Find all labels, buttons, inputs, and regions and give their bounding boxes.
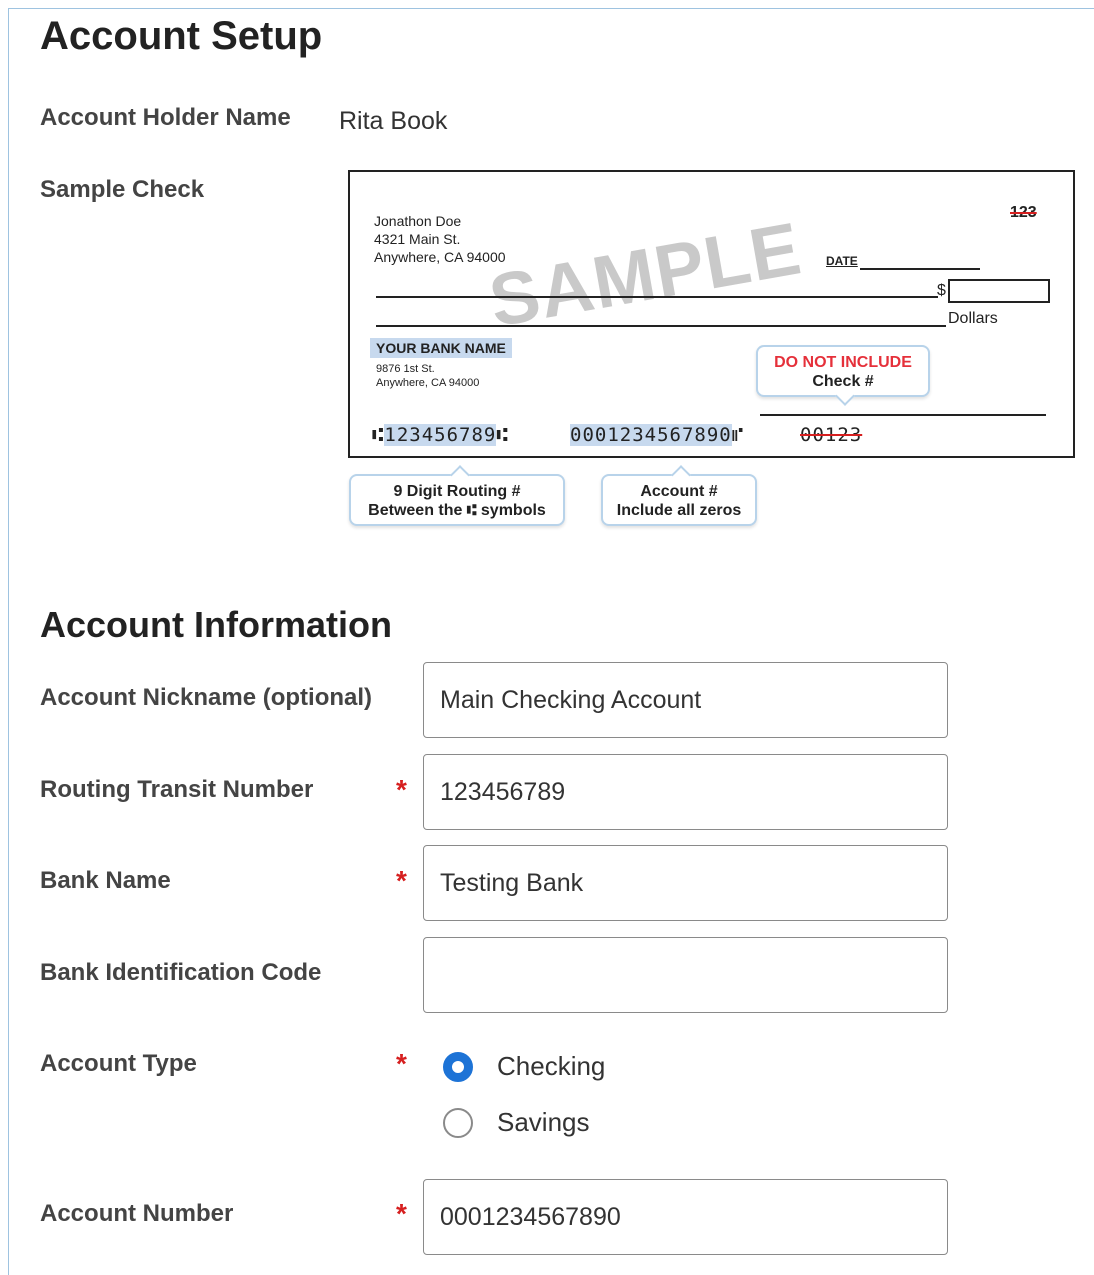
check-bank-address: 9876 1st St. Anywhere, CA 94000 xyxy=(376,362,479,390)
check-dollars-label: Dollars xyxy=(948,310,998,327)
bank-name-input[interactable] xyxy=(423,845,948,921)
check-bank-address1: 9876 1st St. xyxy=(376,363,435,375)
check-bank-address2: Anywhere, CA 94000 xyxy=(376,377,480,389)
radio-savings[interactable] xyxy=(443,1107,473,1138)
micr-routing-close: ⑆ xyxy=(496,424,509,446)
callout-do-not-include: DO NOT INCLUDE Check # xyxy=(756,345,930,406)
check-number-top: 123 xyxy=(1010,204,1037,221)
page-title: Account Setup xyxy=(40,14,323,58)
callout-routing-line2: Between the ⑆ symbols xyxy=(368,502,546,519)
check-micr-account: 0001234567890⑈ xyxy=(570,424,744,446)
callout-account-line2: Include all zeros xyxy=(616,502,742,519)
nickname-input[interactable] xyxy=(423,662,948,738)
check-amount-line xyxy=(376,325,946,327)
sample-check-image: Jonathon Doe 4321 Main St. Anywhere, CA … xyxy=(348,170,1075,458)
micr-account-sep: ⑈ xyxy=(731,424,745,446)
account-type-required-mark: * xyxy=(396,1048,407,1079)
bic-label: Bank Identification Code xyxy=(40,959,322,986)
account-number-input[interactable] xyxy=(423,1179,948,1255)
check-signature-line xyxy=(760,414,1046,416)
callout-account-line1: Account # xyxy=(640,483,718,500)
account-number-required-mark: * xyxy=(396,1198,407,1229)
radio-savings-label[interactable]: Savings xyxy=(497,1107,590,1138)
radio-savings-option[interactable]: Savings xyxy=(443,1107,590,1138)
routing-label: Routing Transit Number xyxy=(40,776,314,803)
check-dollar-sign: $ xyxy=(937,282,946,299)
micr-account-number: 0001234567890 xyxy=(570,424,732,446)
check-amount-box xyxy=(948,279,1050,303)
account-type-label: Account Type xyxy=(40,1050,197,1077)
radio-checking-label[interactable]: Checking xyxy=(497,1051,605,1082)
callout-routing-line1: 9 Digit Routing # xyxy=(393,483,521,500)
sample-check-label: Sample Check xyxy=(40,176,205,203)
check-payer-name: Jonathon Doe xyxy=(374,213,462,229)
callout-routing: 9 Digit Routing # Between the ⑆ symbols xyxy=(349,465,565,526)
routing-input[interactable] xyxy=(423,754,948,830)
check-micr-check-number: 00123 xyxy=(800,424,863,446)
micr-routing-open: ⑆ xyxy=(372,424,385,446)
holder-name-label: Account Holder Name xyxy=(40,104,291,131)
micr-routing-number: 123456789 xyxy=(384,424,497,446)
radio-checking[interactable] xyxy=(443,1051,473,1082)
callout-account: Account # Include all zeros xyxy=(601,465,757,526)
check-watermark: SAMPLE xyxy=(483,206,808,343)
check-payer-address1: 4321 Main St. xyxy=(374,231,461,247)
check-date-label: DATE xyxy=(826,254,858,268)
check-bank-name: YOUR BANK NAME xyxy=(370,338,512,358)
check-payer-block: Jonathon Doe 4321 Main St. Anywhere, CA … xyxy=(374,212,506,266)
check-micr-routing: ⑆123456789⑆ xyxy=(372,424,509,446)
bank-name-label: Bank Name xyxy=(40,867,171,894)
callout-do-not-include-line1: DO NOT INCLUDE xyxy=(774,354,912,371)
account-number-label: Account Number xyxy=(40,1200,234,1227)
radio-checking-option[interactable]: Checking xyxy=(443,1051,605,1082)
holder-name-value: Rita Book xyxy=(339,107,448,135)
bic-input[interactable] xyxy=(423,937,948,1013)
routing-required-mark: * xyxy=(396,774,407,805)
section-title-account-information: Account Information xyxy=(40,604,392,645)
check-payee-line xyxy=(376,296,938,298)
check-date-line xyxy=(860,268,980,270)
bank-name-required-mark: * xyxy=(396,865,407,896)
nickname-label: Account Nickname (optional) xyxy=(40,684,373,711)
